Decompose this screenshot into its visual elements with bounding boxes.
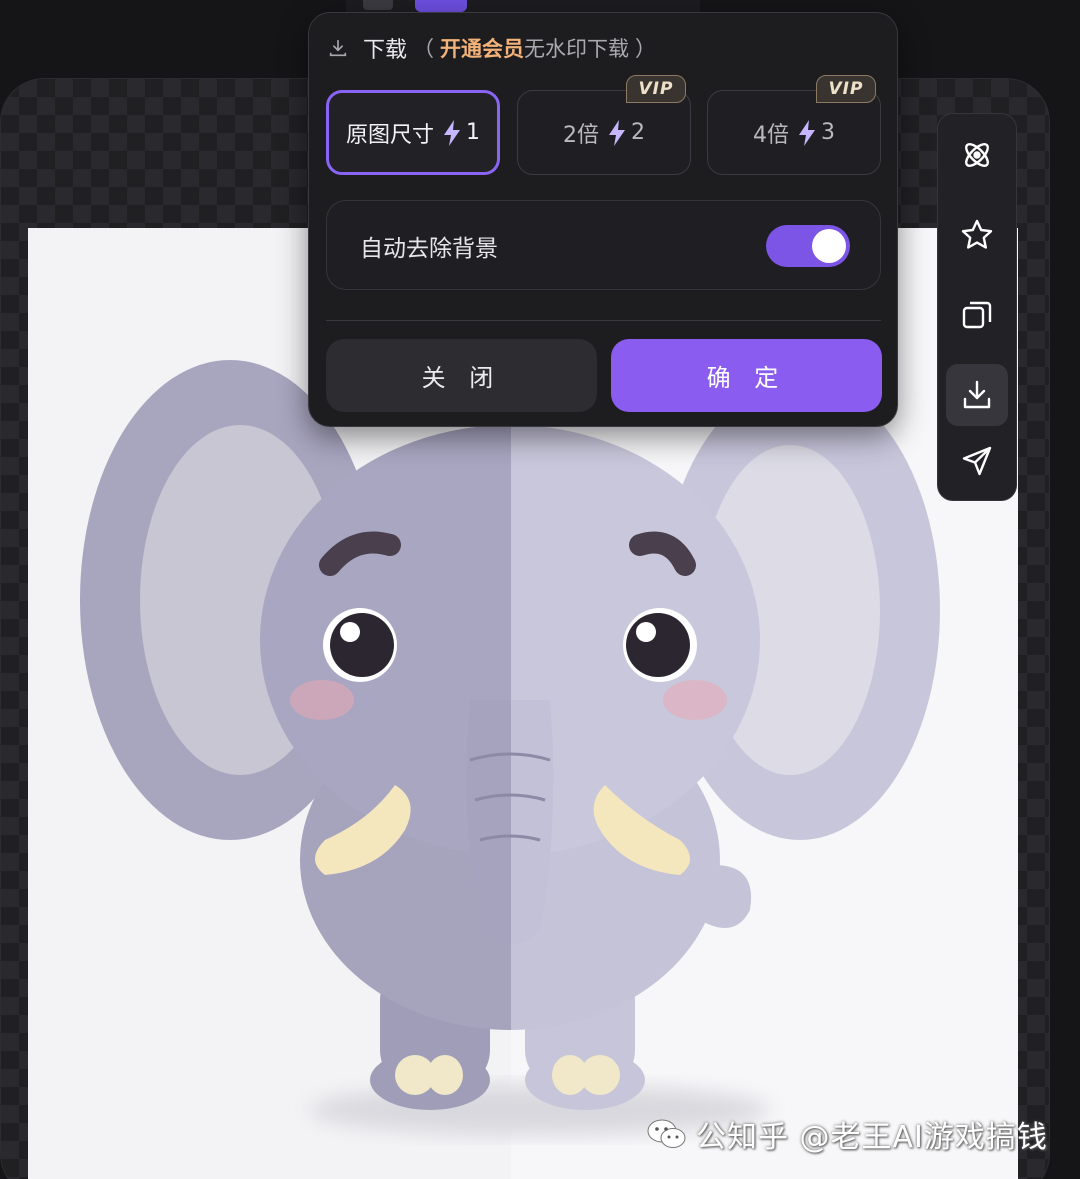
download-icon — [963, 380, 991, 409]
size-option-cost: 2 — [631, 120, 645, 145]
top-tab-active[interactable] — [415, 0, 467, 12]
download-panel: 下载 （ 开通会员 无水印下载 ） 原图尺寸 1 VIP 2倍 2 VIP 4倍… — [308, 12, 898, 427]
lightning-icon — [799, 119, 815, 146]
panel-divider — [326, 320, 881, 321]
lightning-icon — [609, 119, 625, 146]
size-option-label: 2倍 — [563, 122, 599, 148]
size-option-2x[interactable]: VIP 2倍 2 — [517, 75, 691, 175]
star-icon — [961, 219, 993, 249]
side-btn-send[interactable] — [946, 430, 1008, 492]
paren-open: （ — [413, 37, 435, 61]
vip-badge: VIP — [816, 75, 876, 103]
size-option-4x[interactable]: VIP 4倍 3 — [707, 75, 881, 175]
remove-bg-row: 自动去除背景 — [326, 200, 881, 290]
size-option-cost: 3 — [821, 120, 835, 145]
side-btn-ai[interactable] — [946, 124, 1008, 186]
no-watermark-text: 无水印下载 — [524, 37, 630, 61]
confirm-button[interactable]: 确 定 — [611, 339, 882, 412]
side-btn-favorite[interactable] — [946, 204, 1008, 266]
lightning-icon — [444, 119, 460, 146]
close-button[interactable]: 关 闭 — [326, 339, 597, 412]
panel-title: 下载 （ 开通会员 无水印下载 ） — [327, 33, 662, 63]
side-toolbar — [937, 113, 1017, 501]
size-option-label: 4倍 — [753, 122, 789, 148]
watermark: 公知乎 @老王AI游戏搞钱 — [646, 1112, 1048, 1156]
top-tab-left[interactable] — [363, 0, 393, 10]
send-icon — [962, 446, 992, 476]
size-option-cost: 1 — [466, 120, 480, 145]
watermark-text: 公知乎 @老王AI游戏搞钱 — [696, 1120, 1048, 1155]
size-option-original[interactable]: 原图尺寸 1 — [326, 90, 500, 175]
wechat-icon — [647, 1119, 686, 1148]
side-btn-download[interactable] — [946, 364, 1008, 426]
panel-title-text: 下载 — [363, 38, 408, 63]
copy-icon — [962, 301, 992, 329]
paren-close: ） — [635, 37, 657, 61]
app-root: 下载 （ 开通会员 无水印下载 ） 原图尺寸 1 VIP 2倍 2 VIP 4倍… — [0, 0, 1080, 1179]
side-btn-copy[interactable] — [946, 284, 1008, 346]
vip-badge: VIP — [626, 75, 686, 103]
size-option-label: 原图尺寸 — [345, 122, 434, 148]
download-icon — [329, 39, 347, 57]
vip-upgrade-link[interactable]: 开通会员 — [440, 33, 524, 63]
remove-bg-label: 自动去除背景 — [360, 236, 498, 262]
ai-atom-icon — [965, 143, 989, 167]
remove-bg-toggle[interactable] — [766, 225, 850, 267]
toggle-knob — [812, 229, 846, 263]
